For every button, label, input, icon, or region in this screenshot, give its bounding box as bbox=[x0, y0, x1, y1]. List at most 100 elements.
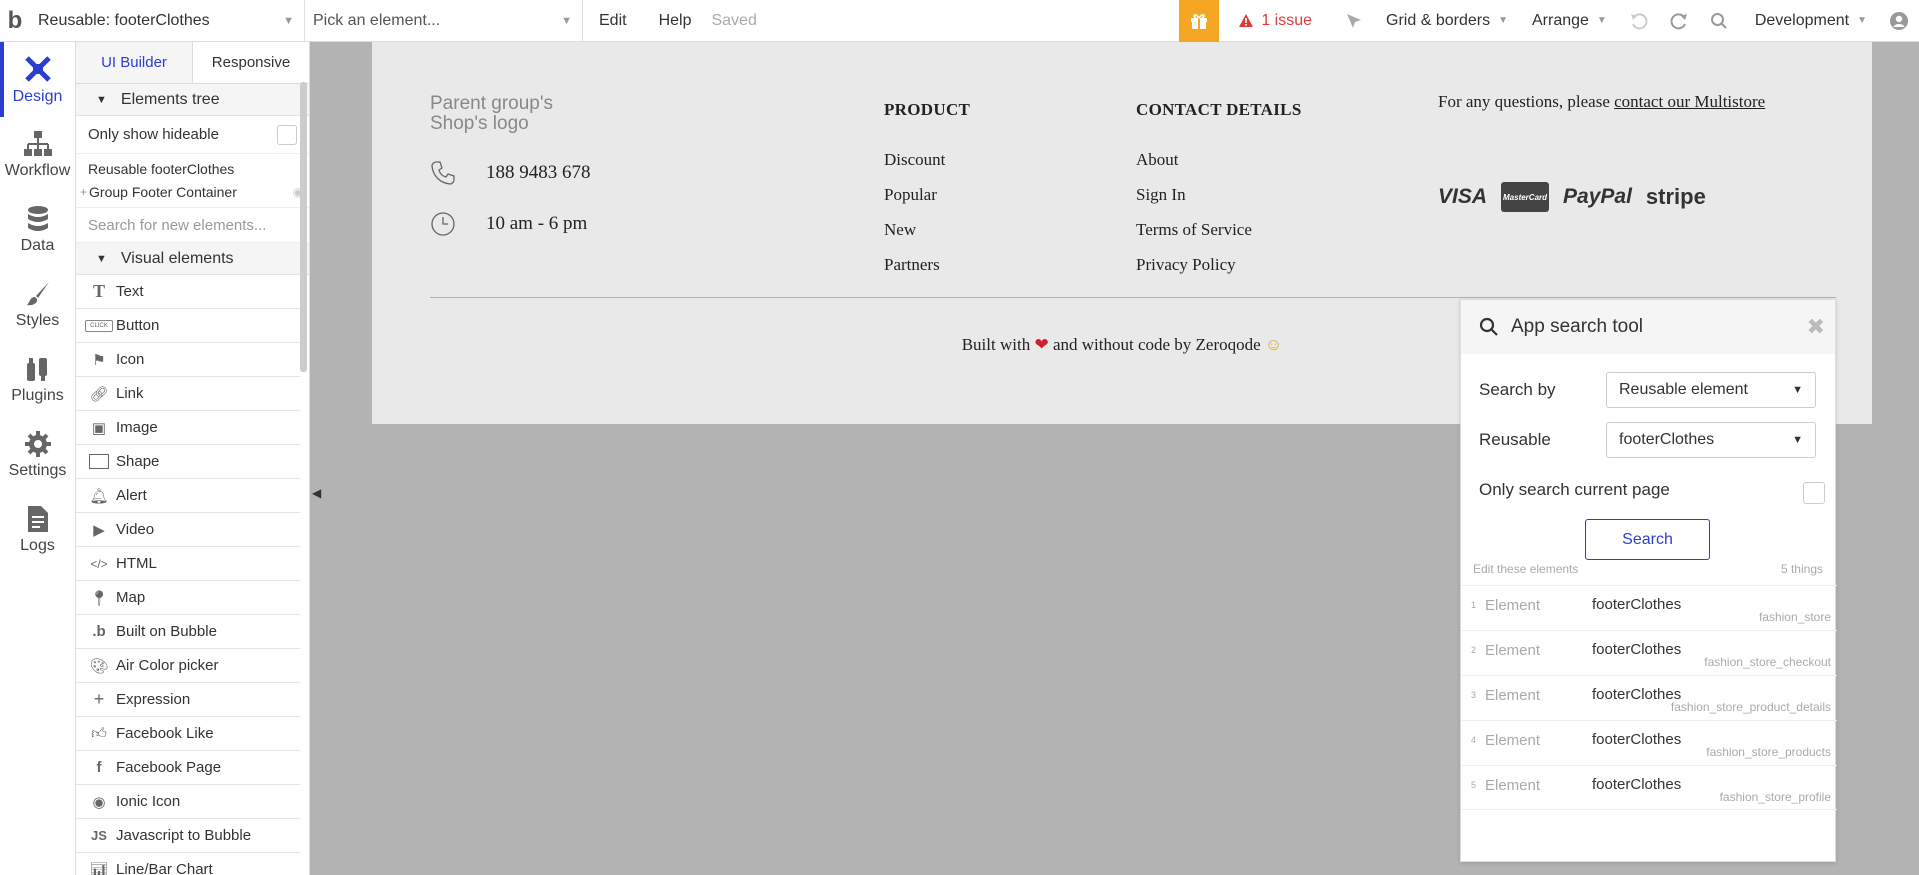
bubble-logo-icon[interactable]: b bbox=[0, 0, 30, 42]
search-button[interactable]: Search bbox=[1585, 519, 1710, 560]
result-row[interactable]: 4 Element footerClothes fashion_store_pr… bbox=[1461, 720, 1837, 765]
nav-design[interactable]: Design bbox=[0, 42, 75, 117]
result-row[interactable]: 2 Element footerClothes fashion_store_ch… bbox=[1461, 630, 1837, 675]
result-row[interactable]: 3 Element footerClothes fashion_store_pr… bbox=[1461, 675, 1837, 720]
reusable-dropdown[interactable]: footerClothes ▼ bbox=[1606, 422, 1816, 458]
element-facebook-page[interactable]: f Facebook Page bbox=[76, 751, 300, 785]
search-button[interactable] bbox=[1699, 0, 1739, 42]
tree-item-group-footer[interactable]: + Group Footer Container ◉ bbox=[76, 180, 309, 203]
element-javascript-to-bubble[interactable]: JS Javascript to Bubble bbox=[76, 819, 300, 853]
arrange-menu[interactable]: Arrange ▼ bbox=[1520, 12, 1619, 30]
element-shape[interactable]: Shape bbox=[76, 445, 300, 479]
stripe-logo: stripe bbox=[1645, 184, 1706, 209]
phone-number: 188 9483 678 bbox=[486, 162, 591, 183]
result-index: 1 bbox=[1471, 600, 1477, 610]
edit-menu[interactable]: Edit bbox=[583, 12, 643, 30]
element-map[interactable]: 📍︎ Map bbox=[76, 581, 300, 615]
nav-settings[interactable]: Settings bbox=[0, 417, 75, 492]
grid-borders-label: Grid & borders bbox=[1386, 11, 1491, 29]
result-page: fashion_store_profile bbox=[1719, 790, 1831, 804]
visual-elements-header[interactable]: ▼ Visual elements bbox=[76, 243, 309, 275]
built-suffix: and without code by Zeroqode bbox=[1052, 335, 1261, 354]
element-icon[interactable]: ⚑ Icon bbox=[76, 343, 300, 377]
chevron-down-icon: ▼ bbox=[1498, 15, 1508, 26]
result-type: Element bbox=[1485, 777, 1541, 794]
undo-button[interactable] bbox=[1619, 0, 1659, 42]
elements-tree-header[interactable]: ▼ Elements tree bbox=[76, 84, 309, 116]
nav-plugins[interactable]: Plugins bbox=[0, 342, 75, 417]
only-current-page-checkbox[interactable] bbox=[1803, 482, 1825, 504]
nav-data[interactable]: Data bbox=[0, 192, 75, 267]
workflow-icon bbox=[23, 130, 52, 156]
element-label: Facebook Like bbox=[116, 725, 214, 742]
link-privacy[interactable]: Privacy Policy bbox=[1136, 255, 1236, 275]
text-icon: T bbox=[92, 281, 105, 301]
element-image[interactable]: ▣ Image bbox=[76, 411, 300, 445]
element-ionic-icon[interactable]: ◉ Ionic Icon bbox=[76, 785, 300, 819]
nav-styles[interactable]: Styles bbox=[0, 267, 75, 342]
contact-link[interactable]: contact our Multistore bbox=[1614, 92, 1765, 111]
nav-logs[interactable]: Logs bbox=[0, 492, 75, 567]
element-line-bar-chart[interactable]: 📊︎ Line/Bar Chart bbox=[76, 853, 300, 875]
search-by-dropdown[interactable]: Reusable element ▼ bbox=[1606, 372, 1816, 408]
link-about[interactable]: About bbox=[1136, 150, 1179, 170]
reusable-select[interactable]: Reusable: footerClothes ▼ bbox=[30, 0, 305, 42]
element-alert[interactable]: 🔔︎ Alert bbox=[76, 479, 300, 513]
link-partners[interactable]: Partners bbox=[884, 255, 940, 275]
environment-menu[interactable]: Development ▼ bbox=[1739, 12, 1879, 30]
search-tool-header: App search tool ✖ bbox=[1461, 300, 1835, 354]
issue-indicator[interactable]: 1 issue bbox=[1219, 12, 1334, 30]
flag-icon: ⚑ bbox=[92, 351, 106, 369]
panel-scrollbar[interactable] bbox=[300, 82, 307, 372]
element-facebook-like[interactable]: 👍︎ Facebook Like bbox=[76, 717, 300, 751]
gift-button[interactable] bbox=[1179, 0, 1220, 42]
only-current-page-label: Only search current page bbox=[1479, 480, 1670, 499]
element-label: Icon bbox=[116, 351, 145, 368]
link-popular[interactable]: Popular bbox=[884, 185, 937, 205]
help-menu[interactable]: Help bbox=[643, 12, 708, 30]
design-icon bbox=[24, 55, 51, 82]
element-expression[interactable]: + Expression bbox=[76, 683, 300, 717]
only-show-hideable-label: Only show hideable bbox=[88, 126, 219, 143]
caret-down-icon: ▼ bbox=[96, 252, 107, 265]
result-name: footerClothes bbox=[1592, 641, 1682, 658]
chevron-down-icon: ▼ bbox=[561, 14, 572, 27]
result-row[interactable]: 1 Element footerClothes fashion_store bbox=[1461, 585, 1837, 630]
tree-item-reusable[interactable]: Reusable footerClothes bbox=[76, 157, 309, 180]
shop-logo-placeholder[interactable]: Parent group's Shop's logo bbox=[430, 94, 580, 134]
link-sign-in[interactable]: Sign In bbox=[1136, 185, 1186, 205]
link-discount[interactable]: Discount bbox=[884, 150, 945, 170]
paypal-logo: PayPal bbox=[1563, 185, 1632, 208]
undo-icon bbox=[1630, 12, 1648, 29]
collapse-panel-icon[interactable]: ◀ bbox=[312, 486, 321, 500]
plugins-icon bbox=[26, 357, 47, 381]
element-html[interactable]: </> HTML bbox=[76, 547, 300, 581]
grid-borders-menu[interactable]: Grid & borders ▼ bbox=[1374, 12, 1520, 30]
element-video[interactable]: ▶ Video bbox=[76, 513, 300, 547]
element-built-on-bubble[interactable]: .b Built on Bubble bbox=[76, 615, 300, 649]
result-name: footerClothes bbox=[1592, 686, 1682, 703]
top-bar: b Reusable: footerClothes ▼ Pick an elem… bbox=[0, 0, 1919, 42]
tab-responsive[interactable]: Responsive bbox=[193, 42, 309, 83]
account-button[interactable] bbox=[1879, 0, 1919, 42]
pointer-button[interactable] bbox=[1334, 0, 1374, 42]
element-button[interactable]: CLICK Button bbox=[76, 309, 300, 343]
result-row[interactable]: 5 Element footerClothes fashion_store_pr… bbox=[1461, 765, 1837, 810]
link-new[interactable]: New bbox=[884, 220, 916, 240]
tab-ui-builder[interactable]: UI Builder bbox=[76, 42, 193, 83]
element-text[interactable]: T Text bbox=[76, 275, 300, 309]
cursor-icon bbox=[1347, 13, 1362, 28]
js-icon: JS bbox=[91, 828, 107, 843]
close-icon[interactable]: ✖ bbox=[1807, 314, 1825, 340]
chart-icon: 📊︎ bbox=[89, 861, 109, 875]
only-show-hideable-checkbox[interactable] bbox=[277, 124, 297, 145]
bell-icon: 🔔︎ bbox=[89, 487, 109, 505]
link-terms[interactable]: Terms of Service bbox=[1136, 220, 1252, 240]
element-search-input[interactable]: Search for new elements... bbox=[76, 207, 309, 243]
element-link[interactable]: 🔗︎ Link bbox=[76, 377, 300, 411]
element-air-color-picker[interactable]: 🎨︎ Air Color picker bbox=[76, 649, 300, 683]
nav-workflow[interactable]: Workflow bbox=[0, 117, 75, 192]
reusable-label: Reusable bbox=[1479, 430, 1551, 449]
element-picker[interactable]: Pick an element... ▼ bbox=[305, 0, 583, 42]
redo-button[interactable] bbox=[1659, 0, 1699, 42]
